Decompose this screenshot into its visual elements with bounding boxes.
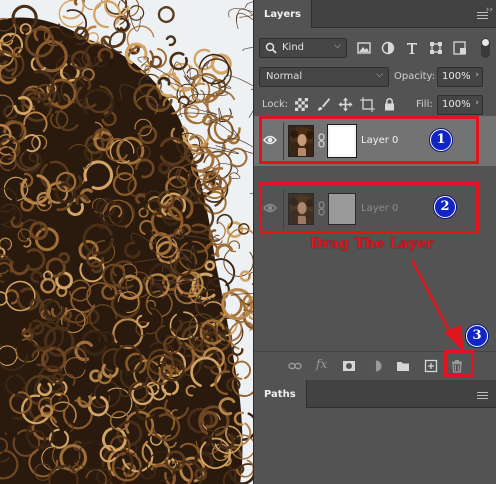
opacity-label: Opacity: xyxy=(394,71,436,82)
new-layer-icon[interactable] xyxy=(424,359,438,373)
instruction-text: Drag The Layer xyxy=(310,236,434,252)
fill-label: Fill: xyxy=(416,99,433,110)
fill-value: 100% xyxy=(442,99,471,110)
drag-arrow xyxy=(410,259,464,352)
highlight-box-trash xyxy=(444,350,474,377)
fx-icon[interactable]: fx xyxy=(316,357,330,371)
shape-filter-icon[interactable] xyxy=(428,40,444,56)
opacity-value: 100% xyxy=(442,71,471,82)
add-mask-icon[interactable] xyxy=(342,359,356,373)
filter-toggle[interactable] xyxy=(481,38,490,58)
link-layers-icon[interactable] xyxy=(288,359,302,373)
lock-all-icon[interactable] xyxy=(382,97,397,112)
panel-menu-icon[interactable] xyxy=(477,392,488,400)
lock-position-icon[interactable] xyxy=(338,97,353,112)
filter-kind-select[interactable]: Kind ⌵ xyxy=(259,38,347,58)
chevron-down-icon: ⌵ xyxy=(334,41,341,51)
document-canvas[interactable] xyxy=(0,0,253,484)
adjustment-filter-icon[interactable] xyxy=(380,40,396,56)
lock-transparent-pixels-icon[interactable] xyxy=(294,97,309,112)
step-badge-2: 2 xyxy=(434,196,456,218)
tab-paths[interactable]: Paths xyxy=(254,380,307,408)
lock-artboard-icon[interactable] xyxy=(360,97,375,112)
filter-kind-value: Kind xyxy=(282,42,305,53)
chevron-down-icon: ⌵ xyxy=(376,70,383,80)
new-group-icon[interactable] xyxy=(396,359,410,373)
type-filter-icon[interactable] xyxy=(404,40,420,56)
image-filter-icon[interactable] xyxy=(356,40,372,56)
blend-mode-value: Normal xyxy=(266,71,303,82)
fill-field[interactable]: 100% › xyxy=(437,95,483,115)
blend-mode-select[interactable]: Normal ⌵ xyxy=(259,67,389,87)
smart-object-filter-icon[interactable] xyxy=(452,40,468,56)
step-badge-1: 1 xyxy=(430,129,452,151)
layers-tab-bar: Layers ›› xyxy=(254,0,496,28)
paths-tab-bar: Paths xyxy=(254,380,496,408)
layers-panel: Layers ›› Kind ⌵ Normal ⌵ Opacity: 100% … xyxy=(253,0,496,484)
adjustment-layer-icon[interactable] xyxy=(369,359,383,373)
lock-label: Lock: xyxy=(262,99,289,110)
panel-menu-icon[interactable] xyxy=(477,12,488,20)
chevron-right-icon[interactable]: › xyxy=(475,70,479,80)
opacity-field[interactable]: 100% › xyxy=(437,67,483,87)
step-badge-3: 3 xyxy=(466,325,488,347)
search-icon xyxy=(265,42,277,54)
chevron-right-icon[interactable]: › xyxy=(475,98,479,108)
tab-layers[interactable]: Layers xyxy=(254,0,312,28)
curly-hair-image xyxy=(0,0,253,484)
lock-image-pixels-icon[interactable] xyxy=(316,97,331,112)
